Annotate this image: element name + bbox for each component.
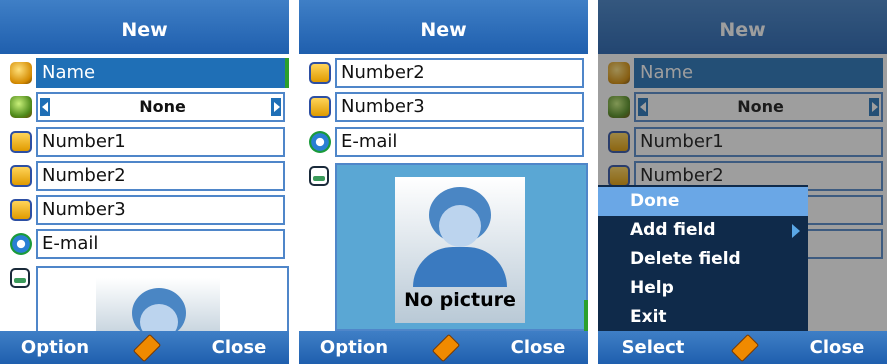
softkey-bar: Option Close	[299, 331, 588, 364]
avatar-image	[96, 278, 220, 334]
picture-field[interactable]	[36, 266, 289, 336]
menu-item-label: Add field	[630, 220, 716, 240]
softkey-bar: Select Close	[598, 331, 887, 364]
number3-row[interactable]: Number3	[307, 92, 588, 122]
pencil-icon	[730, 333, 760, 363]
submenu-arrow-icon	[792, 224, 800, 238]
close-softkey[interactable]: Close	[787, 337, 887, 358]
scrollbar[interactable]	[285, 58, 289, 88]
softkey-bar: Option Close	[0, 331, 289, 364]
group-selector[interactable]: None	[36, 92, 285, 122]
options-menu: Done Add field Delete field Help Exit	[598, 185, 808, 331]
option-softkey[interactable]: Option	[0, 337, 110, 358]
phone-icon	[309, 96, 331, 118]
name-icon	[10, 62, 32, 84]
email-icon	[309, 131, 331, 153]
edit-softkey[interactable]	[730, 333, 760, 363]
avatar-image: No picture	[395, 177, 525, 323]
picture-field-selected[interactable]: No picture	[335, 163, 588, 331]
email-field[interactable]: E-mail	[36, 229, 285, 259]
number3-row[interactable]: Number3	[8, 195, 289, 225]
group-value: None	[139, 97, 186, 116]
menu-item-add-field[interactable]: Add field	[598, 216, 808, 245]
menu-item-help[interactable]: Help	[598, 274, 808, 303]
avatar-body	[413, 247, 507, 287]
phone-icon	[10, 131, 32, 153]
phone-icon	[10, 199, 32, 221]
number2-row[interactable]: Number2	[8, 161, 289, 191]
name-row[interactable]: Name	[8, 58, 289, 88]
phone-screen-new-contact: New Name None Number1 Number2 Number3 E-…	[0, 0, 289, 364]
option-softkey[interactable]: Option	[299, 337, 409, 358]
phone-screen-options-menu: New Name None Number1 Number2 Done Add f…	[598, 0, 887, 364]
screen-title: New	[299, 0, 588, 54]
arrow-right-icon[interactable]	[271, 98, 281, 116]
number3-field[interactable]: Number3	[36, 195, 285, 225]
close-softkey[interactable]: Close	[488, 337, 588, 358]
phone-screen-new-contact-scrolled: New Number2 Number3 E-mail No picture Op…	[299, 0, 588, 364]
select-softkey[interactable]: Select	[598, 337, 708, 358]
group-row[interactable]: None	[8, 92, 289, 122]
avatar-face	[439, 205, 481, 247]
arrow-left-icon[interactable]	[40, 98, 50, 116]
group-icon	[10, 96, 32, 118]
menu-item-done[interactable]: Done	[598, 187, 808, 216]
scrollbar[interactable]	[584, 300, 588, 331]
pencil-icon	[431, 333, 461, 363]
menu-item-exit[interactable]: Exit	[598, 303, 808, 332]
number2-field[interactable]: Number2	[36, 161, 285, 191]
email-row[interactable]: E-mail	[8, 229, 289, 259]
phone-icon	[309, 62, 331, 84]
edit-softkey[interactable]	[431, 333, 461, 363]
email-field[interactable]: E-mail	[335, 127, 584, 157]
number1-field[interactable]: Number1	[36, 127, 285, 157]
picture-icon	[309, 166, 329, 186]
edit-softkey[interactable]	[132, 333, 162, 363]
phone-icon	[10, 165, 32, 187]
number2-row[interactable]: Number2	[307, 58, 588, 88]
close-softkey[interactable]: Close	[189, 337, 289, 358]
pencil-icon	[132, 333, 162, 363]
email-row[interactable]: E-mail	[307, 127, 588, 157]
number2-field[interactable]: Number2	[335, 58, 584, 88]
screen-title: New	[0, 0, 289, 54]
menu-item-delete-field[interactable]: Delete field	[598, 245, 808, 274]
email-icon	[10, 233, 32, 255]
no-picture-label: No picture	[404, 289, 516, 311]
name-field[interactable]: Name	[36, 58, 285, 88]
number1-row[interactable]: Number1	[8, 127, 289, 157]
picture-icon	[10, 268, 30, 288]
number3-field[interactable]: Number3	[335, 92, 584, 122]
